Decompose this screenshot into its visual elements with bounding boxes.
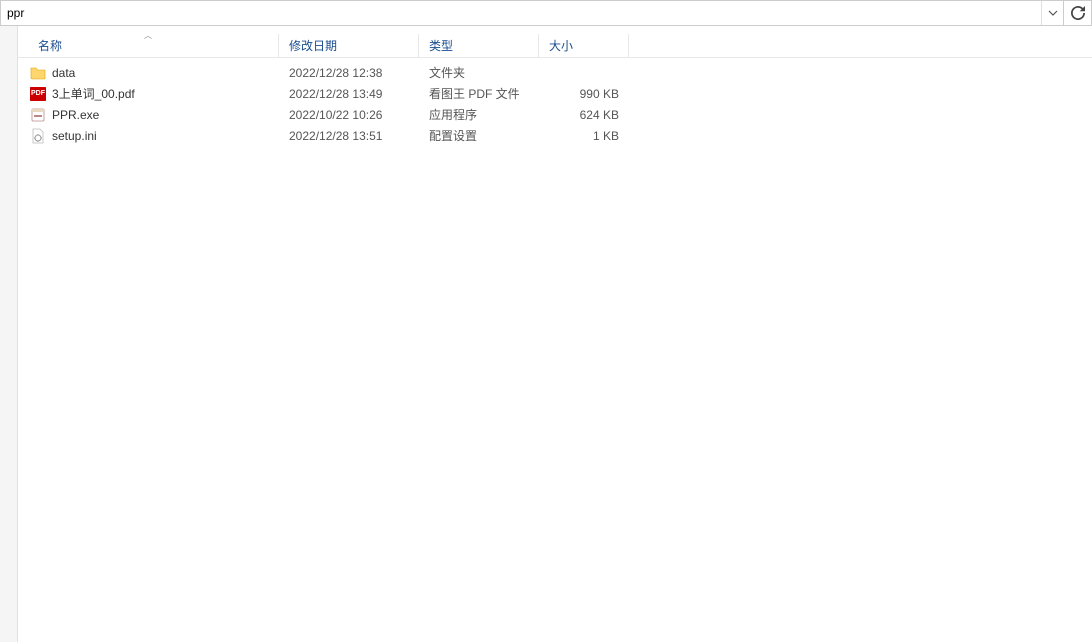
column-header-name-label: 名称: [38, 37, 62, 54]
file-size: 990 KB: [539, 87, 629, 101]
file-row[interactable]: data 2022/12/28 12:38 文件夹: [18, 62, 1092, 83]
file-row[interactable]: setup.ini 2022/12/28 13:51 配置设置 1 KB: [18, 125, 1092, 146]
column-header-size[interactable]: 大小: [539, 34, 629, 57]
ini-icon: [30, 128, 46, 144]
chevron-down-icon: [1048, 8, 1058, 18]
file-name: PPR.exe: [52, 108, 99, 122]
column-header-date-label: 修改日期: [289, 37, 337, 54]
file-name: 3上单词_00.pdf: [52, 85, 135, 102]
file-type: 文件夹: [419, 64, 539, 81]
columns-header: ︿ 名称 修改日期 类型 大小: [18, 26, 1092, 58]
column-header-type[interactable]: 类型: [419, 34, 539, 57]
file-list[interactable]: data 2022/12/28 12:38 文件夹 PDF 3上单词_00.pd…: [18, 58, 1092, 146]
file-date: 2022/12/28 12:38: [279, 66, 419, 80]
address-input[interactable]: [1, 1, 1041, 25]
file-size: 1 KB: [539, 129, 629, 143]
folder-icon: [30, 65, 46, 81]
column-header-date[interactable]: 修改日期: [279, 34, 419, 57]
file-row[interactable]: PPR.exe 2022/10/22 10:26 应用程序 624 KB: [18, 104, 1092, 125]
refresh-button[interactable]: [1063, 1, 1091, 25]
file-date: 2022/12/28 13:51: [279, 129, 419, 143]
file-type: 看图王 PDF 文件: [419, 85, 539, 102]
file-type: 配置设置: [419, 127, 539, 144]
file-name: data: [52, 66, 75, 80]
file-date: 2022/12/28 13:49: [279, 87, 419, 101]
file-date: 2022/10/22 10:26: [279, 108, 419, 122]
sort-ascending-icon: ︿: [144, 30, 152, 41]
refresh-icon: [1071, 6, 1085, 20]
navigation-pane[interactable]: [0, 26, 18, 642]
pdf-icon: PDF: [30, 87, 46, 101]
main-area: ︿ 名称 修改日期 类型 大小 data 2022/12/28 12:38 文件…: [0, 26, 1092, 642]
column-header-type-label: 类型: [429, 37, 453, 54]
file-list-pane: ︿ 名称 修改日期 类型 大小 data 2022/12/28 12:38 文件…: [18, 26, 1092, 642]
column-header-size-label: 大小: [549, 37, 573, 54]
exe-icon: [30, 107, 46, 123]
file-type: 应用程序: [419, 106, 539, 123]
address-dropdown-button[interactable]: [1041, 1, 1063, 25]
address-bar: [0, 0, 1092, 26]
column-header-name[interactable]: ︿ 名称: [18, 34, 279, 57]
file-size: 624 KB: [539, 108, 629, 122]
file-name: setup.ini: [52, 129, 97, 143]
file-row[interactable]: PDF 3上单词_00.pdf 2022/12/28 13:49 看图王 PDF…: [18, 83, 1092, 104]
